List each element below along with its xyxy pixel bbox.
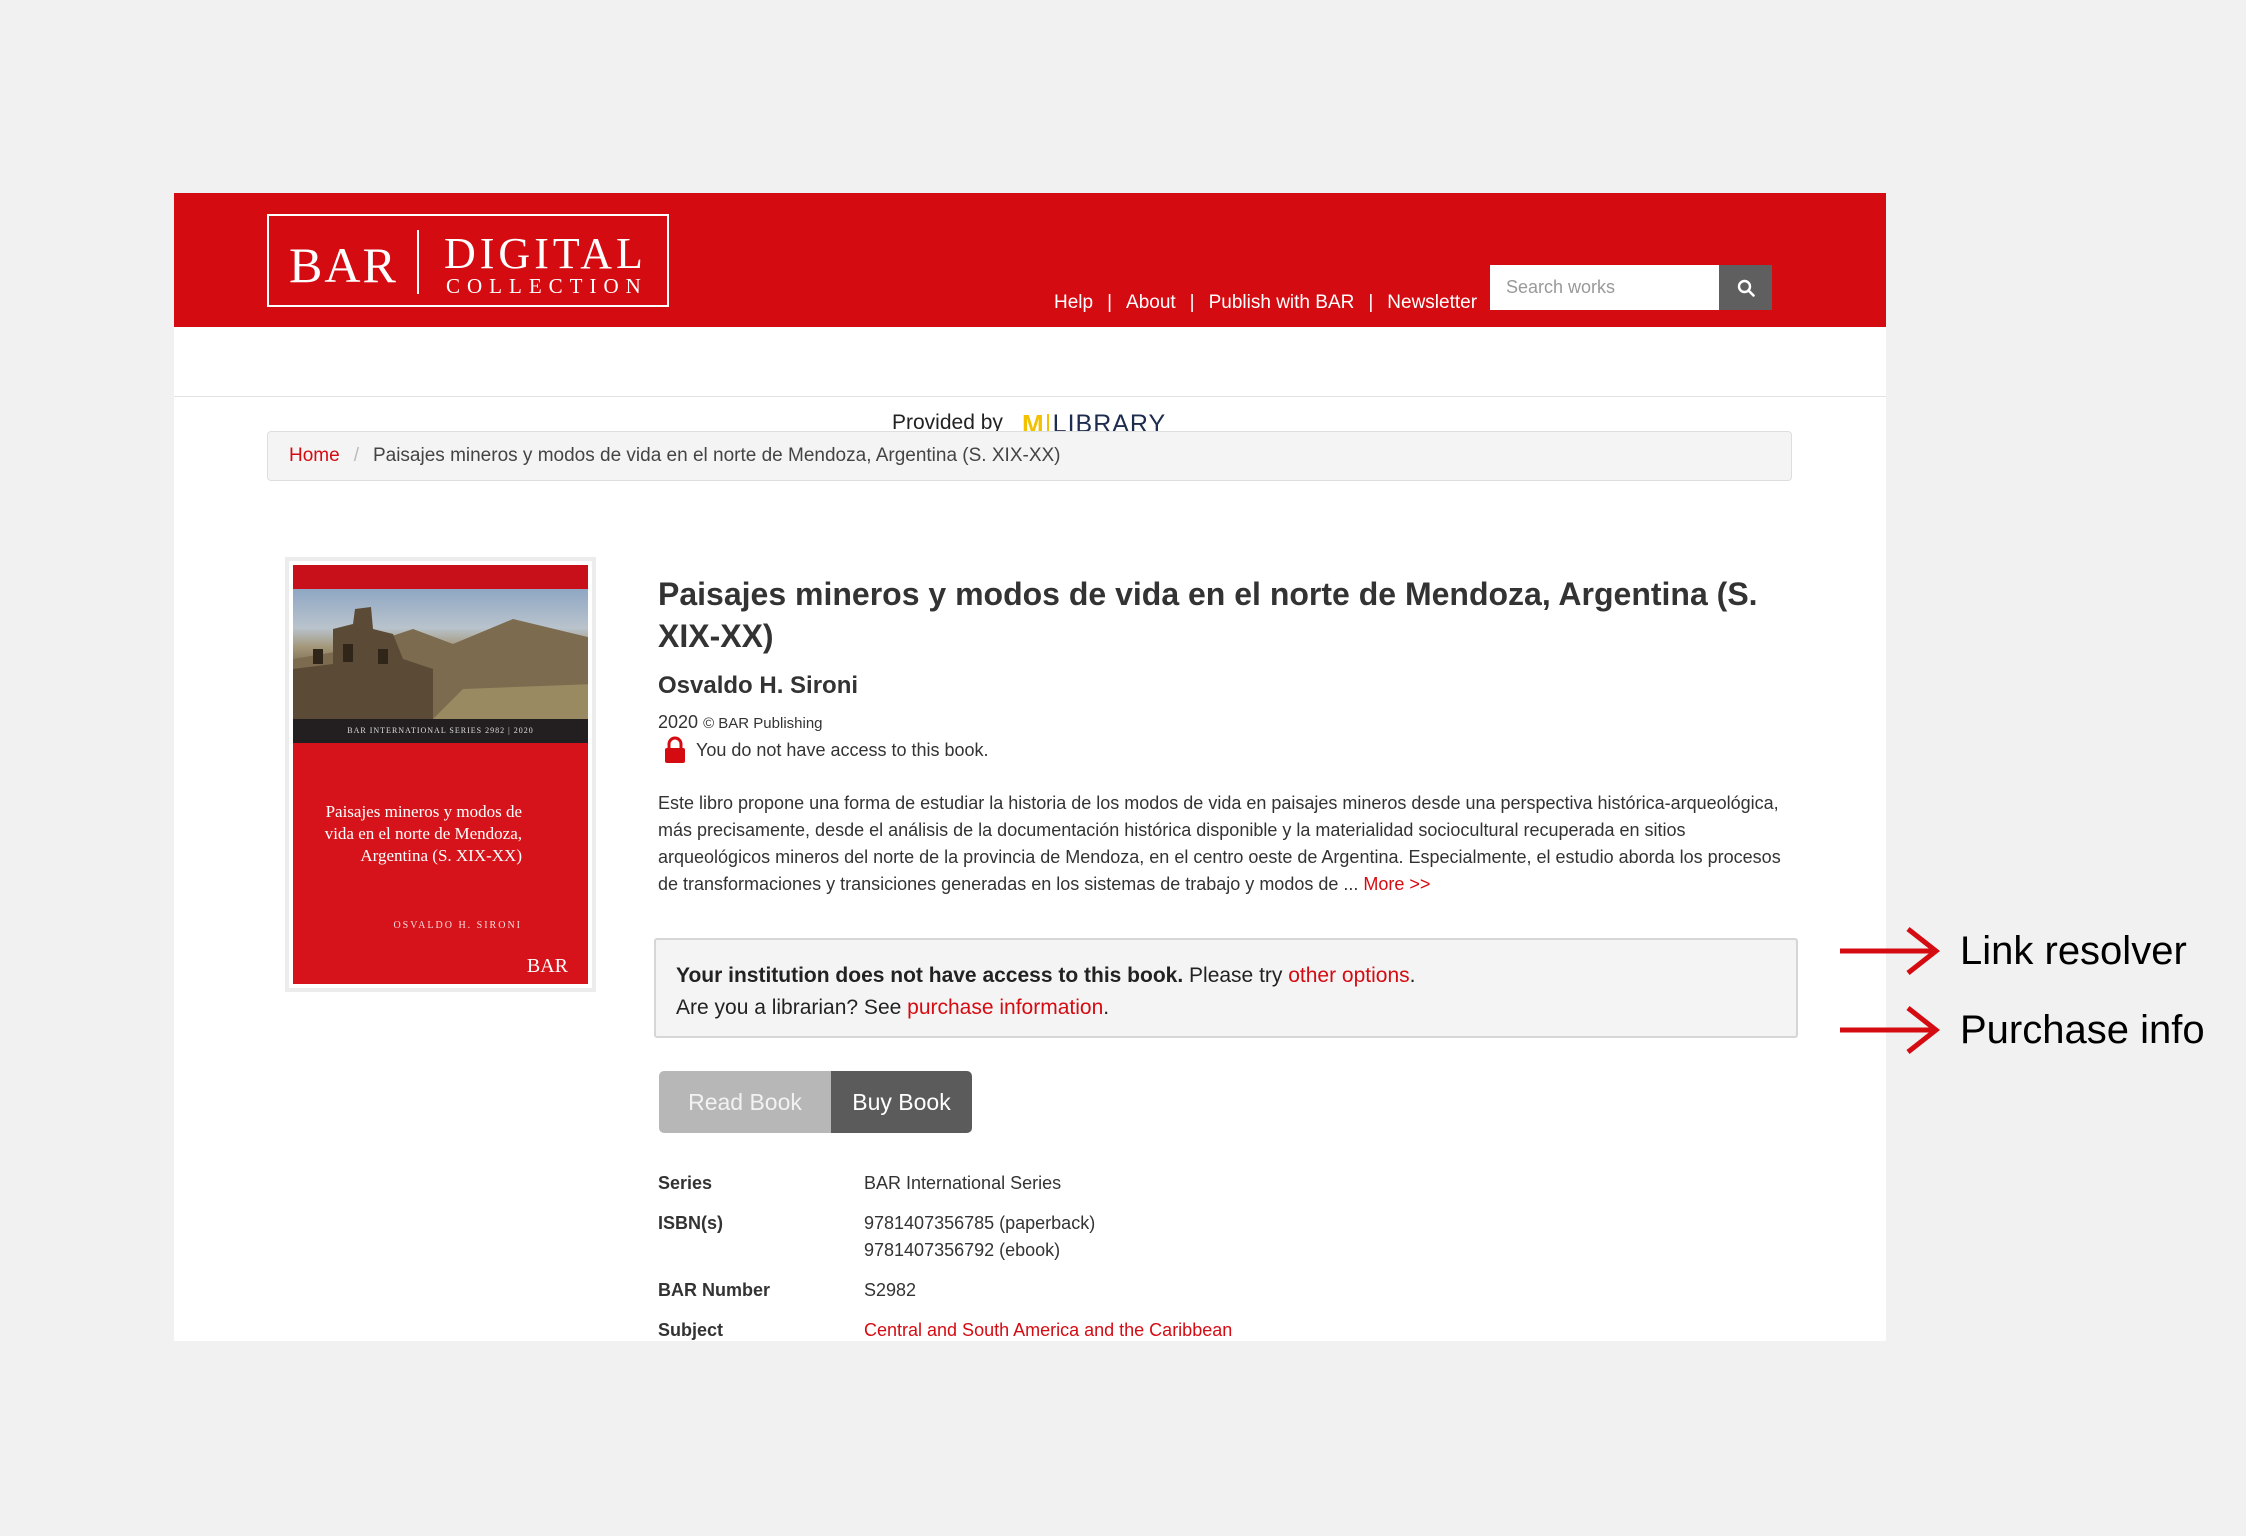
publication-year: 2020 bbox=[658, 712, 699, 732]
logo-divider bbox=[417, 230, 419, 294]
breadcrumb-separator: / bbox=[353, 445, 359, 466]
alert-text: . bbox=[1409, 964, 1416, 987]
nav-separator: | bbox=[1189, 292, 1195, 313]
logo-bar-text: BAR bbox=[289, 237, 398, 293]
search-button[interactable] bbox=[1719, 265, 1772, 310]
ruins-illustration bbox=[293, 607, 588, 719]
alert-bold-text: Your institution does not have access to… bbox=[676, 964, 1184, 987]
subject-label: Subject bbox=[658, 1320, 724, 1340]
subject-value: Central and South America and the Caribb… bbox=[864, 1317, 1232, 1341]
alert-text: Are you a librarian? See bbox=[676, 996, 908, 1019]
search-input[interactable] bbox=[1490, 265, 1719, 310]
access-message: You do not have access to this book. bbox=[696, 739, 989, 760]
purchase-information-link[interactable]: purchase information bbox=[907, 996, 1103, 1019]
cover-series-band: BAR INTERNATIONAL SERIES 2982 | 2020 bbox=[293, 719, 588, 743]
breadcrumb: Home / Paisajes mineros y modos de vida … bbox=[267, 431, 1792, 481]
series-value: BAR International Series bbox=[864, 1173, 1062, 1193]
cover-photo bbox=[293, 589, 588, 719]
isbn-label: ISBN(s) bbox=[658, 1213, 724, 1233]
book-author: Osvaldo H. Sironi bbox=[658, 672, 859, 699]
purchase-info-annotation: Purchase info bbox=[1838, 1005, 2205, 1055]
abstract-text: Este libro propone una forma de estudiar… bbox=[658, 793, 1781, 894]
arrow-right-icon bbox=[1840, 927, 1941, 975]
cover-publisher-logo: BAR bbox=[526, 955, 568, 977]
cover-author: OSVALDO H. SIRONI bbox=[393, 920, 522, 931]
bar-number-value: S2982 bbox=[864, 1280, 917, 1300]
cover-top-band bbox=[293, 565, 588, 589]
nav-newsletter[interactable]: Newsletter bbox=[1387, 292, 1477, 314]
more-link[interactable]: More >> bbox=[1363, 874, 1430, 894]
nav-separator: | bbox=[1107, 292, 1113, 313]
alert-text: . bbox=[1103, 996, 1110, 1019]
breadcrumb-current: Paisajes mineros y modos de vida en el n… bbox=[372, 445, 1061, 466]
nav-publish-with-bar[interactable]: Publish with BAR bbox=[1209, 292, 1355, 314]
nav-separator: | bbox=[1368, 292, 1374, 313]
alert-line-2: Are you a librarian? See purchase inform… bbox=[676, 992, 1776, 1024]
annotation-label: Purchase info bbox=[1960, 1007, 2205, 1052]
search-icon bbox=[1737, 279, 1755, 297]
breadcrumb-home[interactable]: Home bbox=[289, 445, 340, 467]
cover-image: BAR INTERNATIONAL SERIES 2982 | 2020 Pai… bbox=[293, 565, 588, 984]
series-label: Series bbox=[658, 1173, 713, 1193]
bar-digital-collection-logo[interactable]: BAR DIGITAL COLLECTION bbox=[267, 214, 669, 307]
subject-link[interactable]: Central and South America and the Caribb… bbox=[864, 1320, 1232, 1340]
site-header: BAR DIGITAL COLLECTION Help | About | Pu… bbox=[174, 193, 1886, 327]
arrow-right-icon bbox=[1840, 1006, 1941, 1054]
read-book-button[interactable]: Read Book bbox=[659, 1071, 831, 1133]
book-cover[interactable]: BAR INTERNATIONAL SERIES 2982 | 2020 Pai… bbox=[285, 557, 596, 992]
cover-title: Paisajes mineros y modos de vida en el n… bbox=[324, 802, 522, 865]
provided-by-bar bbox=[174, 327, 1886, 397]
isbn-values: 9781407356785 (paperback) 9781407356792 … bbox=[864, 1210, 1095, 1264]
book-abstract: Este libro propone una forma de estudiar… bbox=[658, 790, 1798, 898]
alert-text: Please try bbox=[1183, 964, 1289, 987]
access-alert: Your institution does not have access to… bbox=[654, 938, 1798, 1038]
logo-collection-text: COLLECTION bbox=[446, 274, 648, 298]
other-options-link[interactable]: other options bbox=[1288, 964, 1409, 987]
isbn-ebook: 9781407356792 (ebook) bbox=[864, 1240, 1061, 1260]
nav-about[interactable]: About bbox=[1126, 292, 1176, 314]
bar-number-label: BAR Number bbox=[658, 1280, 771, 1300]
browser-page: BAR DIGITAL COLLECTION Help | About | Pu… bbox=[174, 193, 1886, 1341]
copyright-text: © BAR Publishing bbox=[703, 715, 823, 732]
buy-book-button[interactable]: Buy Book bbox=[831, 1071, 972, 1133]
link-resolver-annotation: Link resolver bbox=[1838, 926, 2187, 976]
logo-digital-text: DIGITAL bbox=[444, 229, 647, 278]
book-title: Paisajes mineros y modos de vida en el n… bbox=[658, 576, 1758, 654]
lock-icon bbox=[665, 736, 685, 763]
annotation-label: Link resolver bbox=[1960, 928, 2187, 973]
alert-line-1: Your institution does not have access to… bbox=[676, 960, 1776, 992]
publication-line: 2020 © BAR Publishing bbox=[658, 712, 823, 733]
nav-help[interactable]: Help bbox=[1054, 292, 1093, 314]
header-nav: Help | About | Publish with BAR | Newsle… bbox=[1054, 290, 1477, 316]
isbn-paperback: 9781407356785 (paperback) bbox=[864, 1213, 1096, 1233]
access-status: You do not have access to this book. bbox=[664, 736, 989, 764]
